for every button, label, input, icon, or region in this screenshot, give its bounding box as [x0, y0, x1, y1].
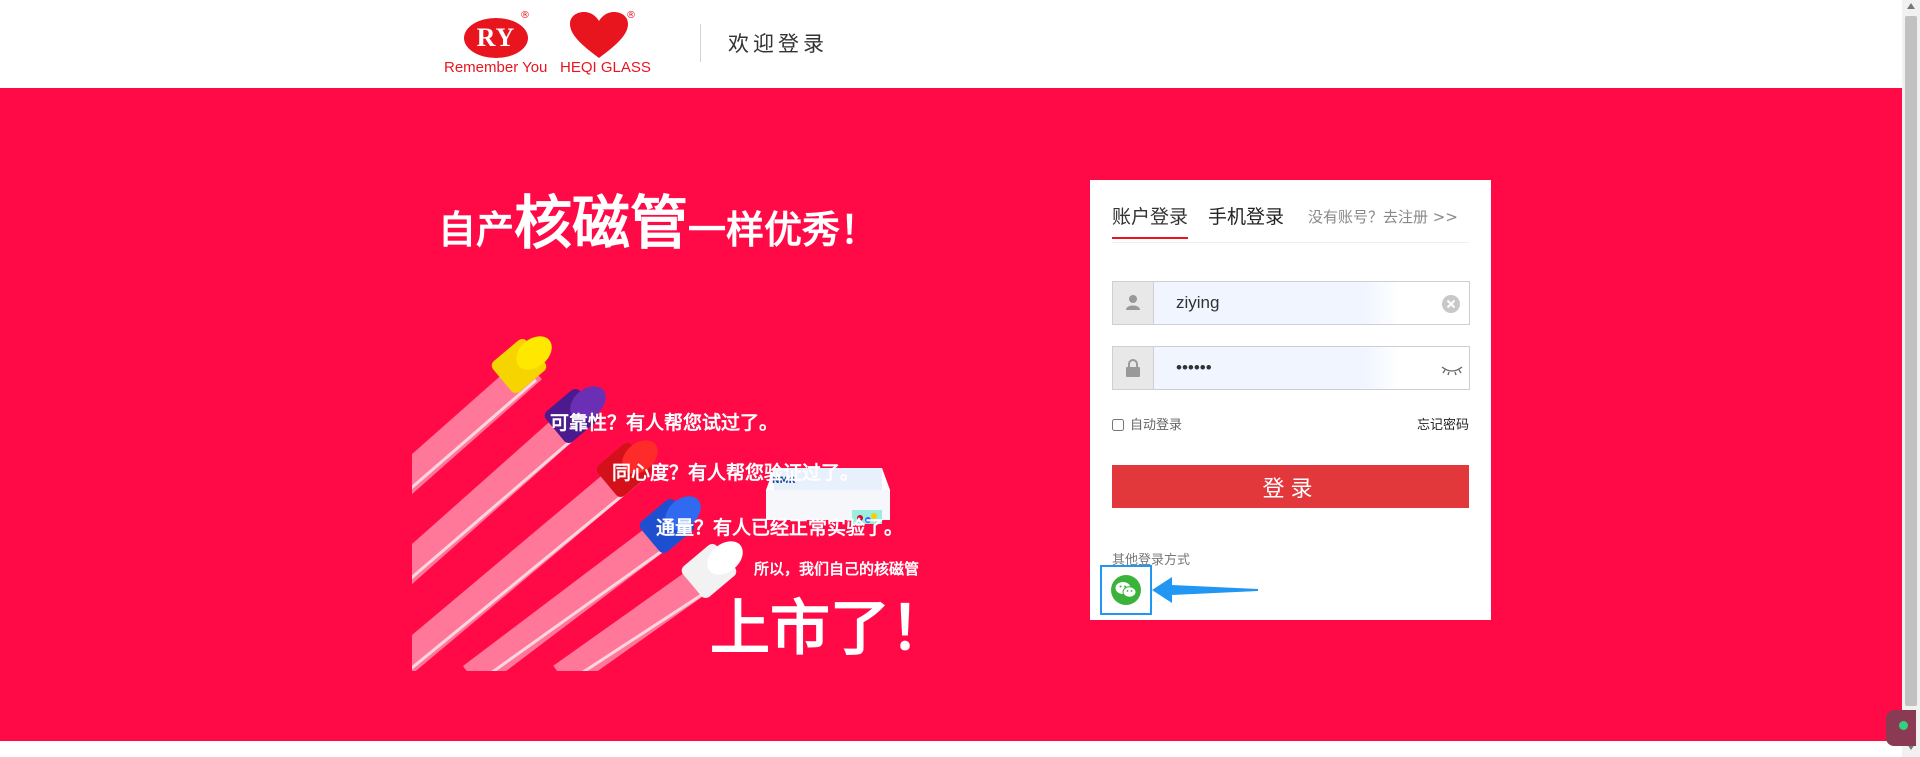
floating-widget[interactable]: [1886, 710, 1916, 746]
promo-banner: 自产核磁管一样优秀！ NMR 可靠性？有人帮您试过了。 同心度？有人帮您验证过了…: [0, 88, 1902, 741]
heart-icon: [570, 12, 628, 58]
welcome-title: 欢迎登录: [728, 32, 828, 56]
site-header: RY ® Remember You ® HEQI GLASS 欢迎登录: [0, 0, 1902, 88]
ry-logo-text: Remember You: [444, 59, 548, 76]
tab-account-login[interactable]: 账户登录: [1112, 202, 1189, 239]
promo-line-5: 上市了！: [710, 594, 922, 664]
promo-line-2: 同心度？有人帮您验证过了。: [612, 462, 860, 484]
slogan-part2: 核磁管: [514, 189, 689, 257]
slogan-part3: 一样优秀！: [688, 208, 879, 252]
clear-icon[interactable]: [1441, 294, 1461, 314]
forgot-password-link[interactable]: 忘记密码: [1417, 414, 1469, 433]
username-field: [1112, 281, 1470, 325]
scroll-thumb[interactable]: [1905, 16, 1917, 706]
promo-image: NMR 可靠性？有人帮您试过了。 同心度？有人帮您验证过了。 通量？有人已经正常…: [412, 318, 922, 671]
scroll-up-arrow[interactable]: [1907, 3, 1915, 9]
password-input[interactable]: [1154, 347, 1400, 389]
username-input[interactable]: [1154, 282, 1400, 324]
heqi-glass-logo[interactable]: ® HEQI GLASS: [560, 10, 660, 80]
header-divider: [700, 24, 701, 62]
tab-phone-login[interactable]: 手机登录: [1208, 202, 1284, 229]
page-scrollbar[interactable]: [1902, 0, 1920, 757]
ry-badge: RY: [464, 18, 528, 58]
wechat-login-button[interactable]: [1100, 565, 1152, 615]
auto-login-option[interactable]: 自动登录: [1112, 414, 1182, 433]
slogan-part1: 自产: [438, 208, 515, 252]
heqi-registered-mark: ®: [626, 10, 636, 21]
auto-login-label: 自动登录: [1130, 418, 1183, 433]
wechat-icon: [1111, 575, 1141, 605]
eye-closed-icon[interactable]: [1441, 359, 1463, 379]
login-tabs: 账户登录 手机登录 没有账号？去注册 >>: [1112, 202, 1469, 243]
lock-icon: [1113, 347, 1154, 389]
user-icon: [1113, 282, 1154, 324]
ry-registered-mark: ®: [520, 10, 530, 21]
register-link[interactable]: 没有账号？去注册 >>: [1308, 206, 1458, 227]
auto-login-checkbox[interactable]: [1112, 419, 1124, 431]
banner-slogan: 自产核磁管一样优秀！: [438, 176, 878, 260]
password-field: [1112, 346, 1470, 390]
pointer-arrow: [1152, 577, 1258, 603]
login-panel: 账户登录 手机登录 没有账号？去注册 >> 自动登录 忘记密码: [1090, 180, 1491, 620]
heqi-logo-text: HEQI GLASS: [560, 59, 651, 76]
promo-line-4: 所以，我们自己的核磁管: [754, 560, 920, 578]
promo-line-1: 可靠性？有人帮您试过了。: [550, 412, 779, 434]
promo-line-3: 通量？有人已经正常实验了。: [656, 517, 904, 539]
status-dot-icon: [1899, 721, 1908, 730]
login-button[interactable]: 登录: [1112, 465, 1469, 508]
